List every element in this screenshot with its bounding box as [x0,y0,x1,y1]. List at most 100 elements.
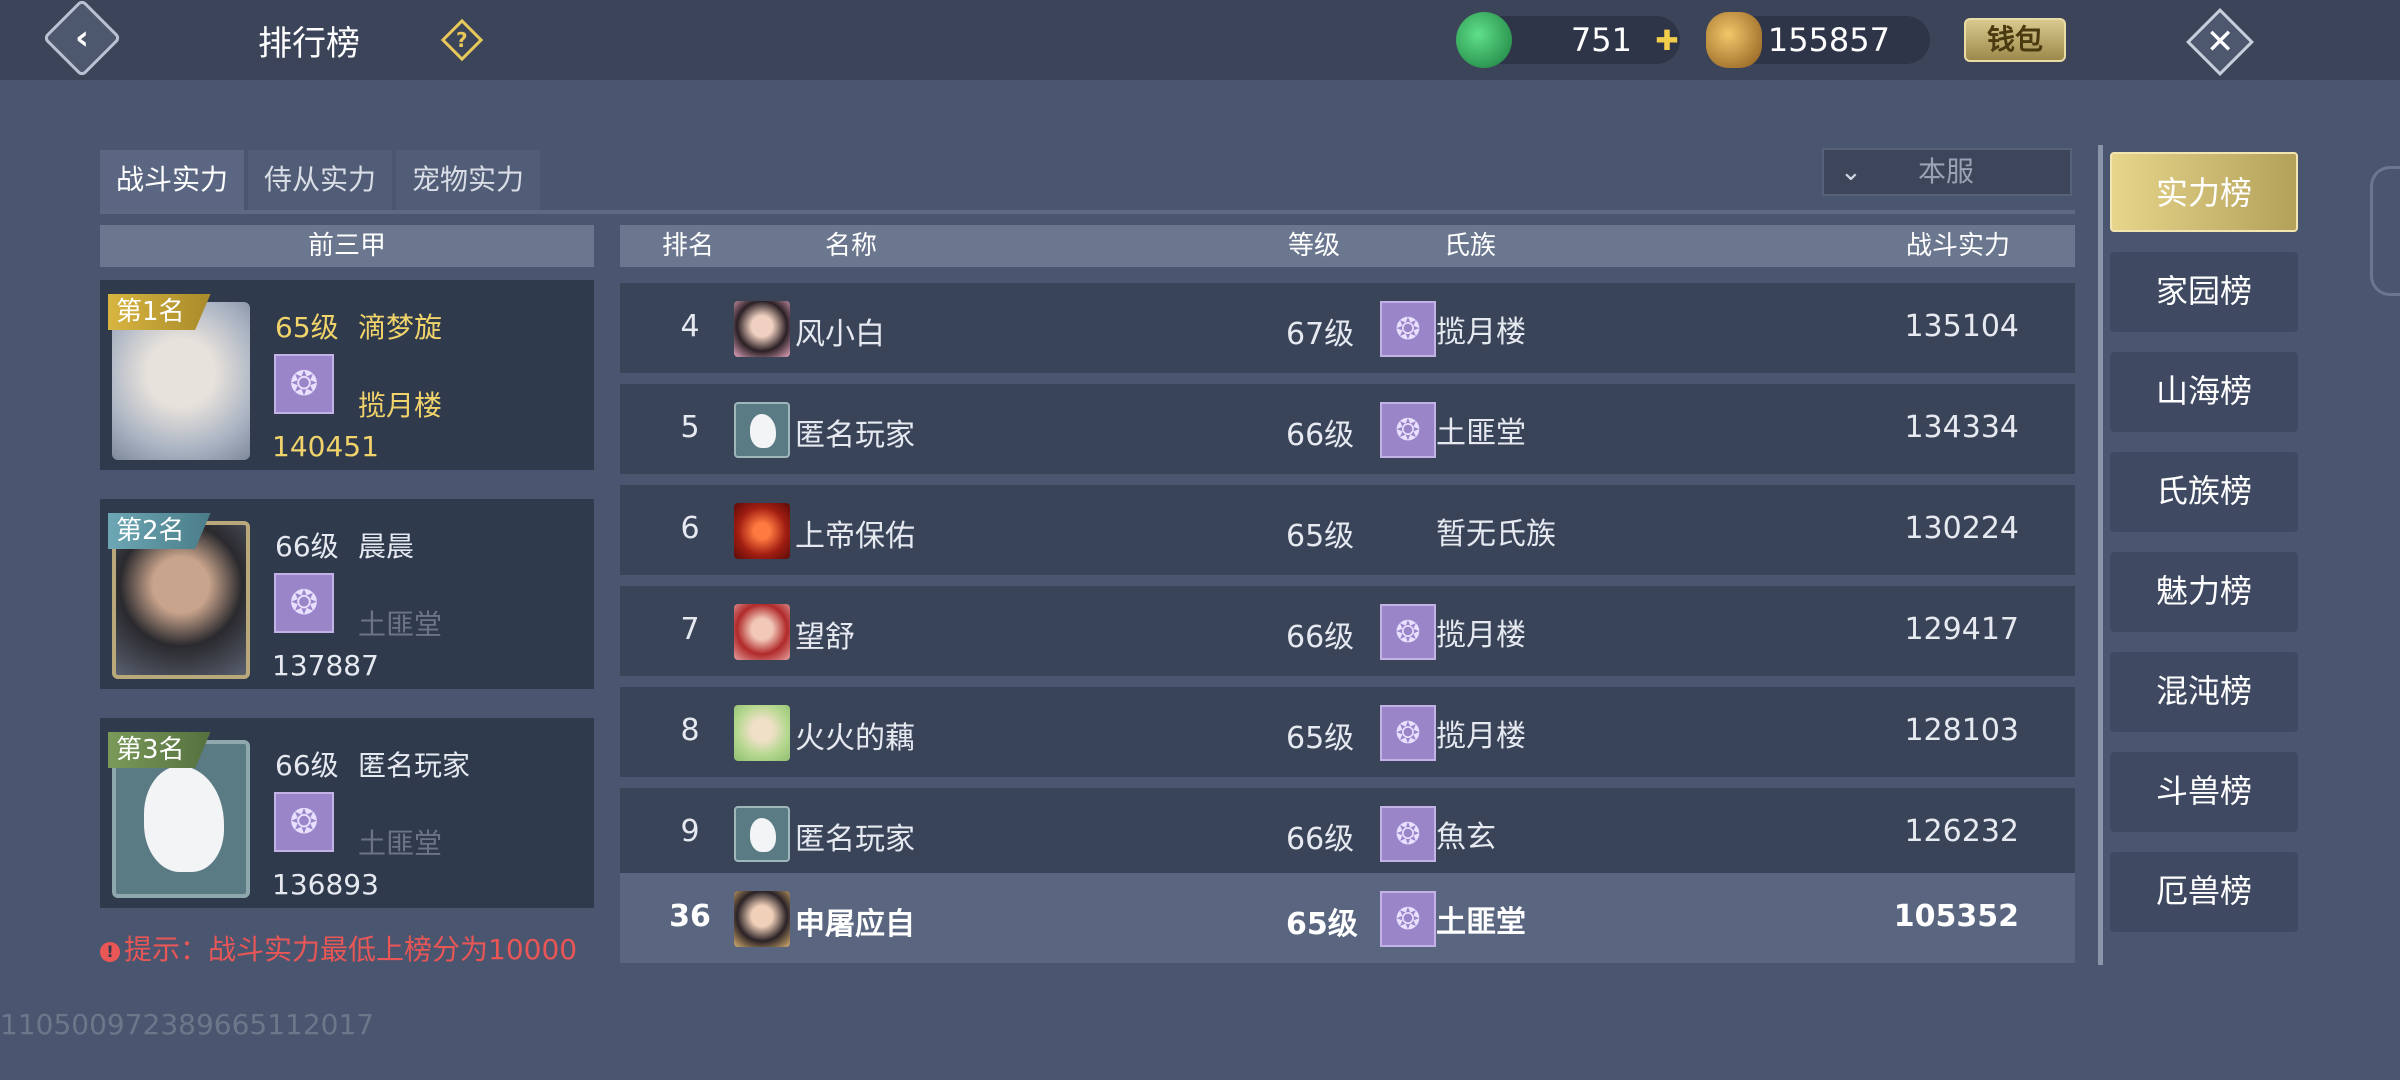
table-row[interactable]: 4 风小白 67级 ❂ 揽月楼 135104 [620,283,2075,373]
table-row[interactable]: 9 匿名玩家 66级 ❂ 魚玄 126232 [620,788,2075,878]
board-calamity-beast[interactable]: 厄兽榜 [2110,852,2298,932]
avatar [734,806,790,862]
col-power: 战斗实力 [1906,231,2011,261]
clan-emblem-icon: ❂ [1380,705,1436,761]
row-clan: 揽月楼 [1436,719,1526,754]
player-name: 滴梦旋 [358,311,443,344]
col-clan: 氏族 [1444,231,1497,261]
avatar [734,891,790,947]
row-name: 上帝保佑 [795,519,915,554]
clan-emblem-icon: ❂ [1380,301,1436,357]
board-chaos[interactable]: 混沌榜 [2110,652,2298,732]
player-power: 136893 [272,868,379,901]
avatar [734,503,790,559]
clan-emblem-icon: ❂ [1380,402,1436,458]
board-clan[interactable]: 氏族榜 [2110,452,2298,532]
top3-card-3[interactable]: 第3名 66级 匿名玩家 ❂ 土匪堂 136893 [100,718,594,908]
board-divider [2098,145,2103,965]
avatar [734,604,790,660]
row-power: 128103 [1904,713,2019,748]
clan-emblem-icon: ❂ [274,354,334,414]
row-level: 65级 [1286,519,1355,554]
side-panel-handle[interactable] [2370,166,2400,296]
row-level: 65级 [1286,721,1355,756]
row-clan: 揽月楼 [1436,618,1526,653]
category-tabs: 战斗实力 侍从实力 宠物实力 [100,150,544,214]
row-clan: 土匪堂 [1436,416,1526,451]
row-level: 67级 [1286,317,1355,352]
row-power: 126232 [1904,814,2019,849]
row-name: 风小白 [795,317,885,352]
my-rank-row[interactable]: 36 申屠应自 65级 ❂ 土匪堂 105352 [620,873,2075,963]
row-level: 66级 [1286,418,1355,453]
table-row[interactable]: 7 望舒 66级 ❂ 揽月楼 129417 [620,586,2075,676]
coin-amount: 155857 [1767,21,1890,59]
row-name: 望舒 [795,620,855,655]
list-header: 排名 名称 等级 氏族 战斗实力 [620,225,2075,267]
clan-emblem-icon: ❂ [274,792,334,852]
row-name: 申屠应自 [795,907,915,942]
board-charm[interactable]: 魅力榜 [2110,552,2298,632]
row-clan: 土匪堂 [1436,905,1526,940]
board-shanhai[interactable]: 山海榜 [2110,352,2298,432]
player-clan: 揽月楼 [358,389,443,422]
coin-currency: 155857 [1706,12,1930,68]
top3-card-2[interactable]: 第2名 66级 晨晨 ❂ 土匪堂 137887 [100,499,594,689]
avatar [734,402,790,458]
top3-header: 前三甲 [100,225,594,267]
player-power: 140451 [272,430,379,463]
player-level: 65级 [275,311,339,344]
col-rank: 排名 [662,231,715,261]
player-level: 66级 [275,749,339,782]
player-level: 66级 [275,530,339,563]
row-power: 130224 [1904,511,2019,546]
close-button[interactable]: ✕ [2186,8,2254,76]
server-filter-value: 本服 [1918,155,1975,188]
board-home[interactable]: 家园榜 [2110,252,2298,332]
clan-emblem-icon: ❂ [1380,891,1436,947]
row-level: 66级 [1286,620,1355,655]
wallet-button[interactable]: 钱包 [1964,18,2066,62]
tip-text: ! 提示：战斗实力最低上榜分为10000 [100,928,577,968]
warning-icon: ! [100,942,120,962]
row-level: 66级 [1286,822,1355,857]
tip-label: 提示：战斗实力最低上榜分为10000 [124,933,578,966]
table-row[interactable]: 6 上帝保佑 65级 暂无氏族 130224 [620,485,2075,575]
row-power: 105352 [1893,899,2019,934]
page-title: 排行榜 [258,24,360,64]
player-name: 晨晨 [358,530,415,563]
top-bar: ‹ 排行榜 ? 751 ✚ 155857 钱包 ✕ [0,0,2400,80]
row-clan: 暂无氏族 [1436,517,1556,552]
top3-card-1[interactable]: 第1名 65级 滴梦旋 ❂ 揽月楼 140451 [100,280,594,470]
player-clan: 土匪堂 [358,827,443,860]
clan-emblem-icon: ❂ [274,573,334,633]
tab-attendant-power[interactable]: 侍从实力 [248,150,393,214]
row-name: 匿名玩家 [795,822,915,857]
avatar [734,705,790,761]
row-power: 134334 [1904,410,2019,445]
col-level: 等级 [1288,231,1341,261]
tab-pet-power[interactable]: 宠物实力 [396,150,541,214]
row-name: 匿名玩家 [795,418,915,453]
board-power[interactable]: 实力榜 [2110,152,2298,232]
tabs-divider [100,210,2075,214]
coin-icon [1706,12,1762,68]
row-power: 135104 [1904,309,2019,344]
board-beast-fight[interactable]: 斗兽榜 [2110,752,2298,832]
server-filter-select[interactable]: ⌄ 本服 [1822,148,2072,196]
close-icon: ✕ [2205,22,2235,62]
help-icon[interactable]: ? [440,18,484,62]
rank-badge: 第2名 [108,513,211,549]
back-button[interactable]: ‹ [22,0,142,78]
player-clan: 土匪堂 [358,608,443,641]
row-clan: 魚玄 [1436,820,1496,855]
table-row[interactable]: 5 匿名玩家 66级 ❂ 土匪堂 134334 [620,384,2075,474]
add-currency-icon[interactable]: ✚ [1652,26,1682,56]
avatar [734,301,790,357]
clan-emblem-icon: ❂ [1380,604,1436,660]
row-level: 65级 [1286,907,1358,942]
tab-combat-power[interactable]: 战斗实力 [100,150,245,214]
user-id-watermark: 1105009723896651120​17 [0,1008,375,1041]
rank-badge: 第3名 [108,732,211,768]
table-row[interactable]: 8 火火的藕 65级 ❂ 揽月楼 128103 [620,687,2075,777]
